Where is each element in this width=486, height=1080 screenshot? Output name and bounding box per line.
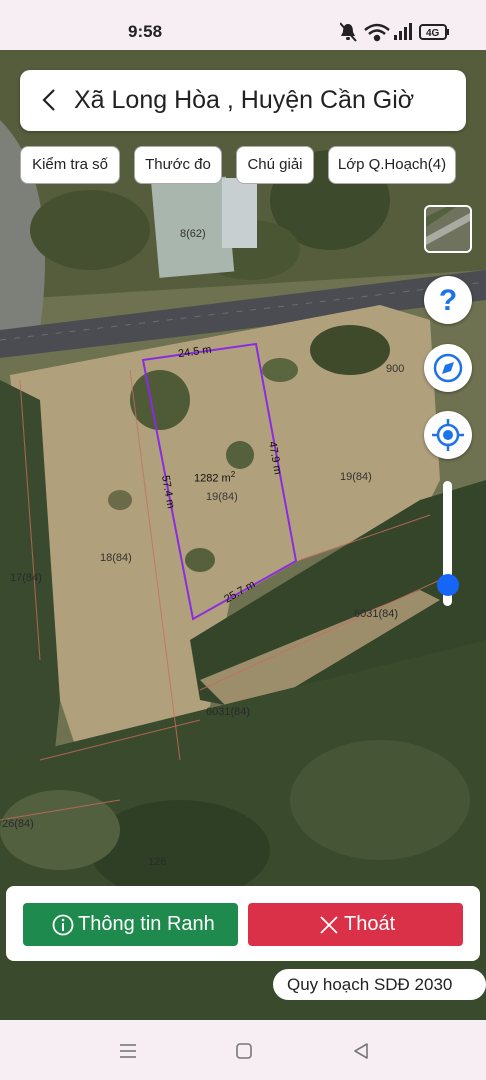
home-icon[interactable] [233,1040,255,1062]
plot-label-18-84: 18(84) [100,552,132,564]
plot-label-19-84: 19(84) [340,471,372,483]
planning-layer-button[interactable]: Lớp Q.Hoạch(4) [328,146,456,184]
exit-button[interactable]: Thoát [248,903,463,946]
page-title: Xã Long Hòa , Huyện Cần Giờ [74,86,415,114]
parcel-area-exponent: 2 [230,470,236,479]
back-button[interactable] [30,80,70,120]
planning-label[interactable]: Quy hoạch SDĐ 2030 [273,969,486,1000]
status-icons: 4G [340,22,449,42]
legend-button[interactable]: Chú giải [236,146,314,184]
status-bar: 9:58 4G [0,0,486,50]
plot-label-126: 126 [148,856,167,868]
map-view[interactable]: 24.5 m 47.9 m 57.4 m 25.7 m 1282 m2 19(8… [0,50,486,1020]
back-nav-icon[interactable] [350,1040,372,1062]
info-icon [52,914,74,936]
locate-button[interactable] [424,411,472,459]
plot-label-26-84: 26(84) [2,818,34,830]
locate-icon [432,419,464,451]
status-time: 9:58 [128,22,163,41]
parcel-area-value: 1282 m [194,472,231,485]
compass-icon [433,353,463,383]
plot-label-6031-84-b: 6031(84) [206,706,251,718]
zoom-slider-handle[interactable] [437,573,459,596]
wifi-icon [364,23,390,42]
satellite-layer-icon [426,207,470,251]
plot-label-6031-84-a: 6031(84) [354,608,399,620]
signal-icon [394,23,412,40]
help-button[interactable]: ? [424,276,472,324]
menu-icon[interactable] [117,1040,139,1062]
parcel-number: 19(84) [206,491,238,503]
compass-button[interactable] [424,344,472,392]
map-layer-toggle[interactable] [424,205,472,253]
header-card: Xã Long Hòa , Huyện Cần Giờ [20,70,466,131]
info-boundary-label: Thông tin Ranh [78,913,215,935]
plot-label-900: 900 [386,363,405,375]
mute-icon [340,22,357,42]
parcel-area: 1282 m2 [194,470,235,485]
chevron-left-icon [42,89,55,111]
ruler-button[interactable]: Thước đo [134,146,222,184]
svg-text:?: ? [439,284,457,317]
question-icon: ? [439,284,457,317]
network-label: 4G [426,28,440,39]
exit-label: Thoát [344,913,396,935]
system-nav-bar [0,1020,486,1080]
info-boundary-button[interactable]: Thông tin Ranh [23,903,238,946]
close-icon [320,916,338,934]
plot-label-17-84: 17(84) [10,572,42,584]
plot-label-8-62: 8(62) [180,228,206,240]
check-number-button[interactable]: Kiểm tra số [20,146,120,184]
